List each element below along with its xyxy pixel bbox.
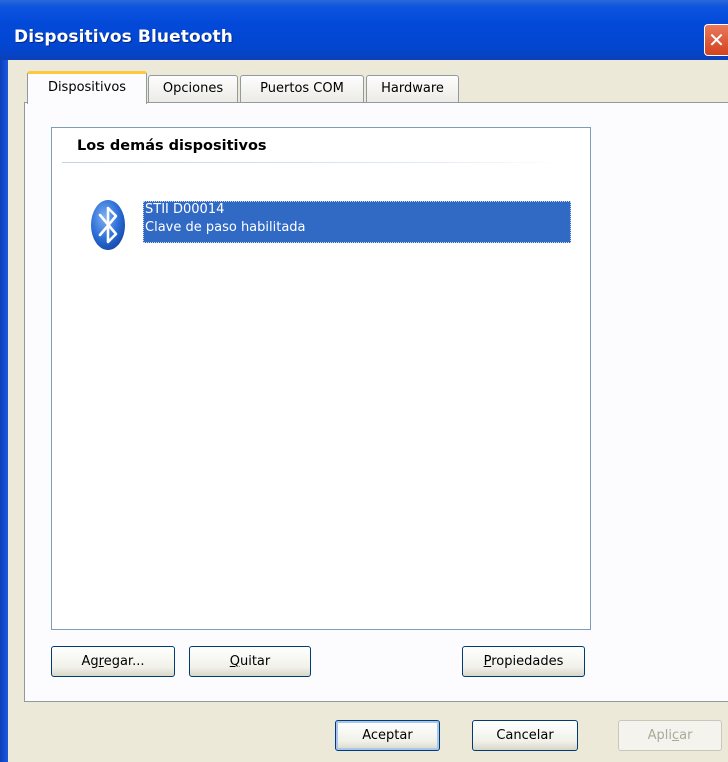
apply-label-part: Apli <box>647 728 672 743</box>
tab-label: Dispositivos <box>47 80 127 95</box>
device-name: STII D00014 <box>145 202 225 217</box>
add-button[interactable]: Agregar... <box>51 646 175 677</box>
ok-label: Aceptar <box>362 728 413 743</box>
close-icon: ✕ <box>708 28 725 52</box>
tab-label: Opciones <box>162 81 224 96</box>
cancel-label: Cancelar <box>496 728 554 743</box>
tab-hardware[interactable]: Hardware <box>366 75 459 102</box>
tab-label: Hardware <box>381 81 444 96</box>
tab-dispositivos[interactable]: Dispositivos <box>27 71 147 104</box>
tab-puertos-com[interactable]: Puertos COM <box>240 75 364 102</box>
remove-label-part: uitar <box>239 654 271 669</box>
window-frame-left <box>0 60 8 762</box>
close-button[interactable]: ✕ <box>704 24 728 56</box>
title-bar[interactable]: Dispositivos Bluetooth ✕ <box>0 0 728 60</box>
tab-label: Puertos COM <box>260 81 344 96</box>
window-title: Dispositivos Bluetooth <box>14 27 233 47</box>
group-divider <box>62 162 562 163</box>
properties-button[interactable]: Propiedades <box>462 646 585 677</box>
apply-label-part: ar <box>679 728 693 743</box>
device-list[interactable]: Los demás dispositivos STII D00014 Clave… <box>51 127 591 630</box>
properties-label-part: ropiedades <box>491 654 564 669</box>
bluetooth-icon <box>91 200 125 250</box>
ok-button[interactable]: Aceptar <box>335 720 440 751</box>
device-item[interactable]: STII D00014 Clave de paso habilitada <box>143 201 571 243</box>
device-status: Clave de paso habilitada <box>145 220 306 235</box>
group-header: Los demás dispositivos <box>77 138 267 154</box>
cancel-button[interactable]: Cancelar <box>472 720 578 751</box>
remove-button[interactable]: Quitar <box>189 646 311 677</box>
tab-opciones[interactable]: Opciones <box>148 75 238 102</box>
remove-mnemonic: Q <box>229 654 240 669</box>
add-label-part: Ag <box>81 654 99 669</box>
add-label-part: egar... <box>103 654 145 669</box>
apply-button[interactable]: Aplicar <box>618 720 722 751</box>
